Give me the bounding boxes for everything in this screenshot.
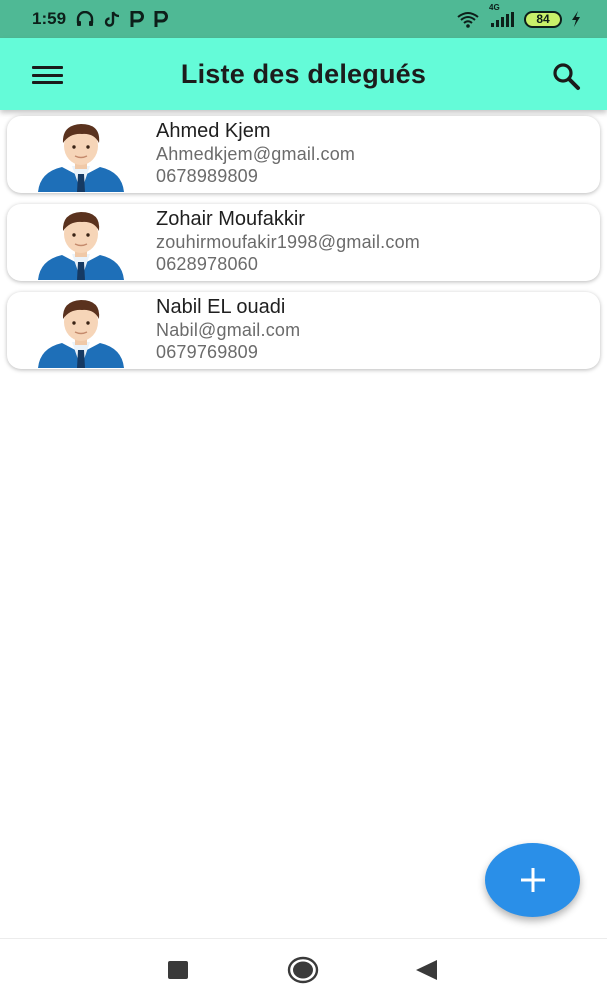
delegate-email: Ahmedkjem@gmail.com: [156, 144, 356, 164]
delegate-name: Ahmed Kjem: [156, 120, 271, 142]
avatar: [38, 300, 124, 368]
recents-square-icon[interactable]: [168, 961, 188, 984]
delegate-phone: 0628978060: [156, 254, 259, 274]
wifi-icon: [456, 11, 480, 28]
home-circle-icon[interactable]: [287, 956, 319, 989]
delegate-info: Zohair Moufakkir zouhirmoufakir1998@gmai…: [156, 208, 420, 275]
plus-icon: [520, 868, 545, 892]
system-nav-bar: [0, 938, 607, 1001]
status-time: 1:59: [32, 9, 67, 28]
status-left: 1:59: [32, 9, 169, 29]
page-title: Liste des delegués: [180, 58, 427, 89]
tiktok-icon: [104, 10, 120, 28]
battery-indicator: 84: [524, 10, 562, 28]
delegate-name: Zohair Moufakkir: [156, 208, 305, 230]
delegate-email: Nabil@gmail.com: [156, 320, 301, 340]
delegate-name: Nabil EL ouadi: [156, 296, 286, 318]
headphones-icon: [76, 11, 94, 27]
p-app-icon: [154, 11, 169, 27]
delegate-card[interactable]: Zohair Moufakkir zouhirmoufakir1998@gmai…: [7, 204, 600, 281]
back-triangle-icon[interactable]: [416, 960, 437, 985]
delegate-phone: 0679769809: [156, 342, 259, 362]
avatar: [38, 212, 124, 280]
delegate-email: zouhirmoufakir1998@gmail.com: [156, 232, 420, 252]
delegate-card[interactable]: Nabil EL ouadi Nabil@gmail.com 067976980…: [7, 292, 600, 369]
add-delegate-button[interactable]: [485, 843, 580, 917]
delegate-card[interactable]: Ahmed Kjem Ahmedkjem@gmail.com 067898980…: [7, 116, 600, 193]
network-type: 4G: [489, 2, 500, 12]
hamburger-menu-icon[interactable]: [32, 66, 63, 84]
p-app-icon: [130, 11, 145, 27]
charging-bolt-icon: [571, 11, 581, 27]
delegate-info: Nabil EL ouadi Nabil@gmail.com 067976980…: [156, 296, 300, 363]
app-bar: Liste des delegués: [0, 38, 607, 110]
delegate-info: Ahmed Kjem Ahmedkjem@gmail.com 067898980…: [156, 120, 355, 187]
delegate-phone: 0678989809: [156, 166, 259, 186]
status-bar: 1:59 4G 84: [0, 0, 607, 38]
signal-icon: 4G: [489, 3, 515, 27]
search-icon[interactable]: [551, 61, 581, 91]
avatar: [38, 124, 124, 192]
status-right: 4G 84: [456, 3, 581, 28]
